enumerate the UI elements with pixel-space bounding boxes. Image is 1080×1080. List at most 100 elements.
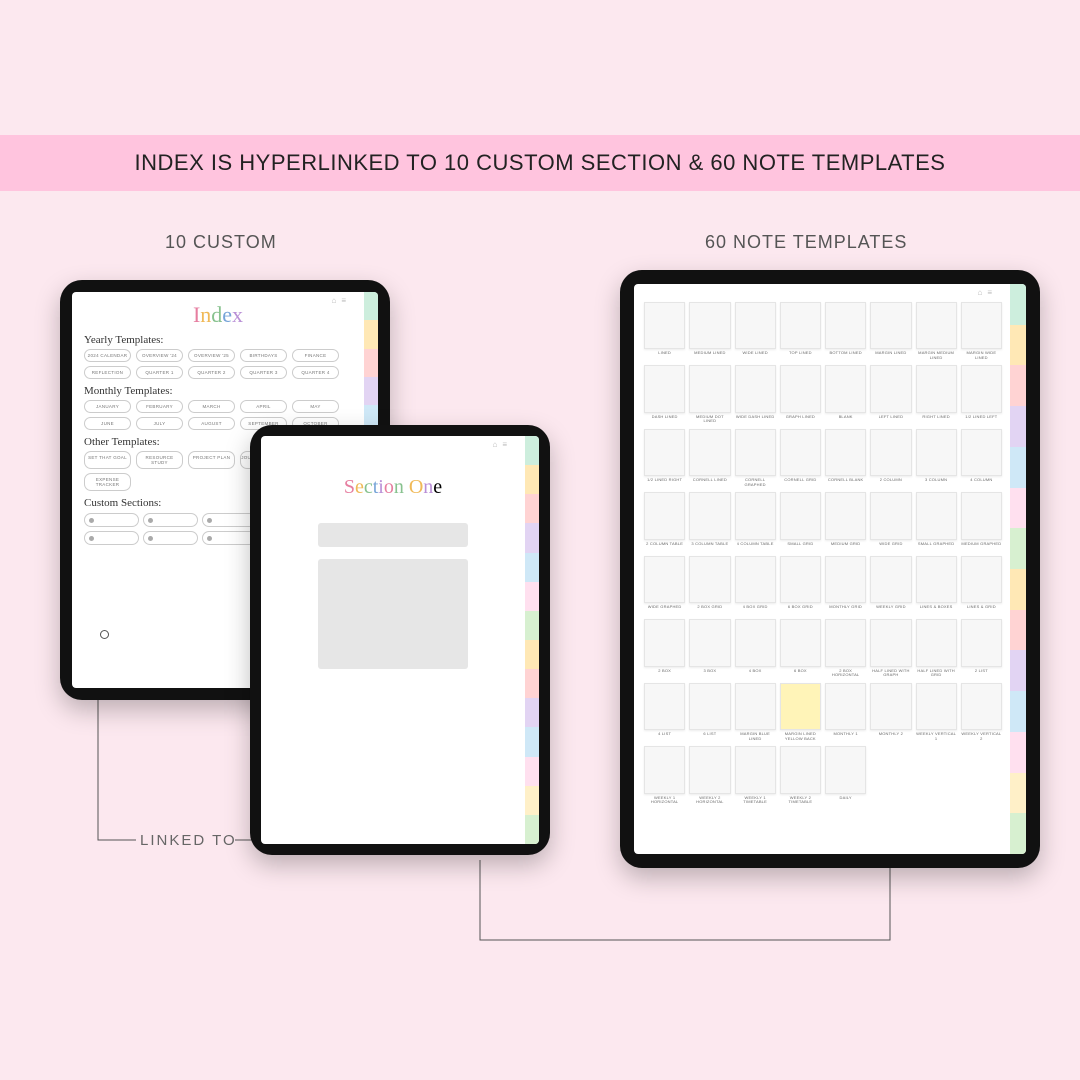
template-cell[interactable]: MARGIN LINED: [870, 302, 911, 361]
template-cell[interactable]: 3 COLUMN: [916, 429, 957, 488]
menu-icon[interactable]: ≡: [341, 296, 346, 305]
index-pill[interactable]: FEBRUARY: [136, 400, 183, 413]
index-pill[interactable]: RESOURCE STUDY: [136, 451, 183, 469]
template-cell[interactable]: MARGIN LINED YELLOW BACK: [780, 683, 821, 742]
template-cell[interactable]: MARGIN MEDIUM LINED: [916, 302, 957, 361]
template-cell[interactable]: WEEKLY VERTICAL 1: [916, 683, 957, 742]
template-cell[interactable]: 2 COLUMN TABLE: [644, 492, 685, 551]
template-cell[interactable]: MEDIUM GRAPHED: [961, 492, 1002, 551]
template-cell[interactable]: SMALL GRAPHED: [916, 492, 957, 551]
template-cell[interactable]: CORNELL BLANK: [825, 429, 866, 488]
template-caption: MARGIN LINED YELLOW BACK: [780, 732, 821, 742]
template-cell[interactable]: 1/2 LINED RIGHT: [644, 429, 685, 488]
index-pill[interactable]: MARCH: [188, 400, 235, 413]
template-cell[interactable]: WEEKLY 2 HORIZONTAL: [689, 746, 730, 805]
template-cell[interactable]: BOTTOM LINED: [825, 302, 866, 361]
index-pill[interactable]: QUARTER 3: [240, 366, 287, 379]
template-cell[interactable]: 2 LIST: [961, 619, 1002, 678]
template-cell[interactable]: 4 COLUMN: [961, 429, 1002, 488]
template-cell[interactable]: MEDIUM LINED: [689, 302, 730, 361]
template-cell[interactable]: 4 BOX GRID: [735, 556, 776, 615]
template-cell[interactable]: 6 BOX: [780, 619, 821, 678]
index-pill[interactable]: APRIL: [240, 400, 287, 413]
home-icon[interactable]: ⌂: [331, 296, 336, 305]
template-cell[interactable]: WEEKLY GRID: [870, 556, 911, 615]
custom-section-input[interactable]: [202, 513, 257, 527]
template-cell[interactable]: 3 COLUMN TABLE: [689, 492, 730, 551]
template-cell[interactable]: LINED: [644, 302, 685, 361]
index-pill[interactable]: OVERVIEW '25: [188, 349, 235, 362]
template-cell[interactable]: 4 BOX: [735, 619, 776, 678]
template-cell[interactable]: LINES & GRID: [961, 556, 1002, 615]
index-pill[interactable]: QUARTER 4: [292, 366, 339, 379]
template-cell[interactable]: WIDE GRID: [870, 492, 911, 551]
template-cell[interactable]: TOP LINED: [780, 302, 821, 361]
template-cell[interactable]: 2 COLUMN: [870, 429, 911, 488]
template-caption: MONTHLY 1: [833, 732, 857, 742]
side-tabs[interactable]: [1010, 284, 1026, 854]
template-cell[interactable]: SMALL GRID: [780, 492, 821, 551]
template-cell[interactable]: 6 BOX GRID: [780, 556, 821, 615]
menu-icon[interactable]: ≡: [987, 288, 992, 297]
index-pill[interactable]: AUGUST: [188, 417, 235, 430]
template-cell[interactable]: CORNELL GRID: [780, 429, 821, 488]
template-cell[interactable]: HALF LINED WITH GRID: [916, 619, 957, 678]
index-pill[interactable]: REFLECTION: [84, 366, 131, 379]
custom-section-input[interactable]: [202, 531, 257, 545]
template-cell[interactable]: WIDE GRAPHED: [644, 556, 685, 615]
template-cell[interactable]: WEEKLY 2 TIMETABLE: [780, 746, 821, 805]
template-cell[interactable]: CORNELL GRAPHED: [735, 429, 776, 488]
template-cell[interactable]: HALF LINED WITH GRAPH: [870, 619, 911, 678]
index-pill[interactable]: MAY: [292, 400, 339, 413]
custom-section-input[interactable]: [143, 531, 198, 545]
custom-section-input[interactable]: [143, 513, 198, 527]
template-cell[interactable]: 2 BOX: [644, 619, 685, 678]
index-pill[interactable]: QUARTER 1: [136, 366, 183, 379]
template-cell[interactable]: BLANK: [825, 365, 866, 424]
template-caption: MARGIN MEDIUM LINED: [916, 351, 957, 361]
template-cell[interactable]: 4 LIST: [644, 683, 685, 742]
template-cell[interactable]: CORNELL LINED: [689, 429, 730, 488]
index-pill[interactable]: JANUARY: [84, 400, 131, 413]
template-cell[interactable]: GRAPH LINED: [780, 365, 821, 424]
template-cell[interactable]: MEDIUM DOT LINED: [689, 365, 730, 424]
custom-section-input[interactable]: [84, 513, 139, 527]
template-cell[interactable]: 2 BOX GRID: [689, 556, 730, 615]
template-cell[interactable]: RIGHT LINED: [916, 365, 957, 424]
template-cell[interactable]: WIDE DASH LINED: [735, 365, 776, 424]
index-pill[interactable]: 2024 CALENDAR: [84, 349, 131, 362]
index-pill[interactable]: EXPENSE TRACKER: [84, 473, 131, 491]
template-cell[interactable]: MONTHLY 2: [870, 683, 911, 742]
template-cell[interactable]: MONTHLY GRID: [825, 556, 866, 615]
template-cell[interactable]: WIDE LINED: [735, 302, 776, 361]
template-cell[interactable]: MONTHLY 1: [825, 683, 866, 742]
index-pill[interactable]: JUNE: [84, 417, 131, 430]
home-icon[interactable]: ⌂: [492, 440, 497, 449]
template-cell[interactable]: 2 BOX HORIZONTAL: [825, 619, 866, 678]
custom-section-input[interactable]: [84, 531, 139, 545]
template-cell[interactable]: DAILY: [825, 746, 866, 805]
index-pill[interactable]: FINANCE: [292, 349, 339, 362]
template-cell[interactable]: DASH LINED: [644, 365, 685, 424]
index-pill[interactable]: PROJECT PLAN: [188, 451, 235, 469]
index-pill[interactable]: QUARTER 2: [188, 366, 235, 379]
template-cell[interactable]: LEFT LINED: [870, 365, 911, 424]
template-cell[interactable]: MARGIN BLUE LINED: [735, 683, 776, 742]
template-cell[interactable]: 4 COLUMN TABLE: [735, 492, 776, 551]
template-cell[interactable]: WEEKLY 1 HORIZONTAL: [644, 746, 685, 805]
template-cell[interactable]: 3 BOX: [689, 619, 730, 678]
template-cell[interactable]: MARGIN WIDE LINED: [961, 302, 1002, 361]
template-cell[interactable]: MEDIUM GRID: [825, 492, 866, 551]
menu-icon[interactable]: ≡: [502, 440, 507, 449]
index-pill[interactable]: BIRTHDAYS: [240, 349, 287, 362]
template-cell[interactable]: WEEKLY 1 TIMETABLE: [735, 746, 776, 805]
index-pill[interactable]: OVERVIEW '24: [136, 349, 183, 362]
template-cell[interactable]: 6 LIST: [689, 683, 730, 742]
template-cell[interactable]: 1/2 LINED LEFT: [961, 365, 1002, 424]
template-cell[interactable]: LINES & BOXES: [916, 556, 957, 615]
home-icon[interactable]: ⌂: [977, 288, 982, 297]
side-tabs[interactable]: [525, 436, 539, 844]
template-cell[interactable]: WEEKLY VERTICAL 2: [961, 683, 1002, 742]
index-pill[interactable]: SET THAT GOAL: [84, 451, 131, 469]
index-pill[interactable]: JULY: [136, 417, 183, 430]
